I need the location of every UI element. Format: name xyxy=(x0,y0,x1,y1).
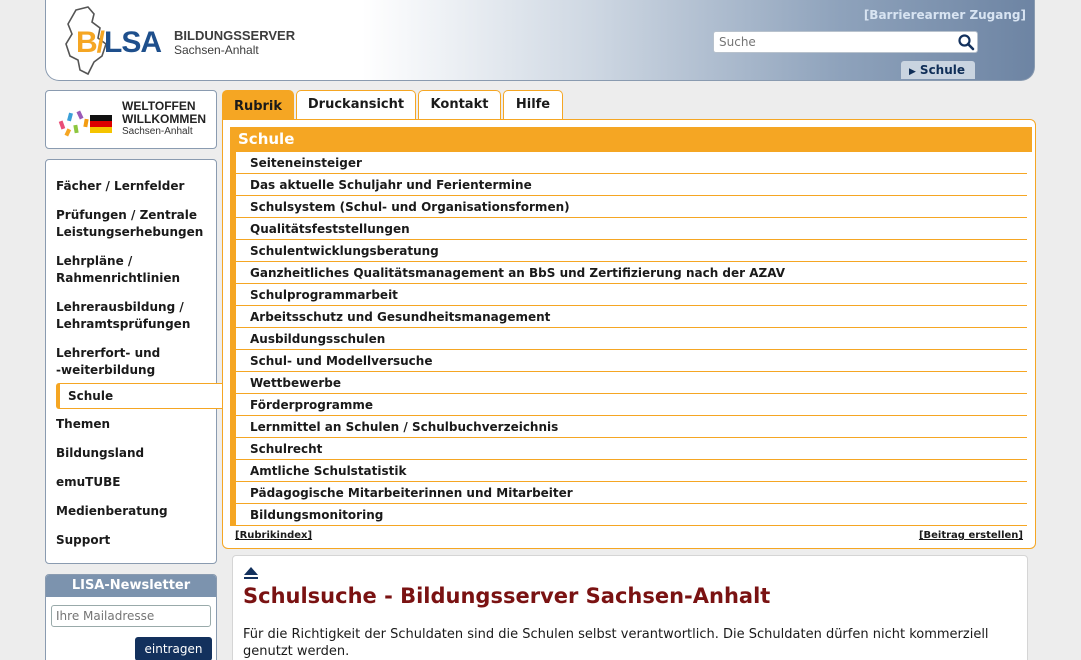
beitrag-erstellen-link[interactable]: [Beitrag erstellen] xyxy=(919,530,1023,541)
list-item[interactable]: Amtliche Schulstatistik xyxy=(230,460,1027,482)
rubrik-panel: Schule Seiteneinsteiger Das aktuelle Sch… xyxy=(222,119,1036,549)
search-box xyxy=(713,31,978,53)
sidebar-item-faecher[interactable]: Fächer / Lernfelder xyxy=(56,178,184,195)
list-item[interactable]: Das aktuelle Schuljahr und Ferientermine xyxy=(230,174,1027,196)
accessible-access-link[interactable]: [Barrierearmer Zugang] xyxy=(864,8,1026,22)
list-item[interactable]: Arbeitsschutz und Gesundheitsmanagement xyxy=(230,306,1027,328)
welcome-line2: WILLKOMMEN xyxy=(122,112,206,126)
sidebar-item-lehrerausbildung[interactable]: Lehrerausbildung / Lehramtsprüfungen xyxy=(56,299,190,333)
content-paragraph: Für die Richtigkeit der Schuldaten sind … xyxy=(243,627,989,659)
triangle-right-icon: ▶ xyxy=(909,67,916,77)
sidebar-item-schule[interactable]: Schule xyxy=(56,383,224,409)
tab-druckansicht[interactable]: Druckansicht xyxy=(296,90,416,120)
sidebar-item-lehrplaene[interactable]: Lehrpläne / Rahmenrichtlinien xyxy=(56,253,180,287)
search-icon[interactable] xyxy=(957,33,975,51)
site-header: B/LSA BILDUNGSSERVER Sachsen-Anhalt [Bar… xyxy=(45,0,1035,81)
sidebar-item-lehrerfortbildung[interactable]: Lehrerfort- und -weiterbildung xyxy=(56,345,160,379)
content-article: Schulsuche - Bildungsserver Sachsen-Anha… xyxy=(232,555,1028,660)
sidebar-item-bildungsland[interactable]: Bildungsland xyxy=(56,445,144,462)
org-name: BILDUNGSSERVER xyxy=(174,28,296,43)
list-item[interactable]: Schulprogrammarbeit xyxy=(230,284,1027,306)
list-item[interactable]: Schulentwicklungsberatung xyxy=(230,240,1027,262)
tab-hilfe[interactable]: Hilfe xyxy=(503,90,563,120)
newsletter-title: LISA-Newsletter xyxy=(46,575,216,597)
newsletter-submit-button[interactable]: eintragen xyxy=(135,637,212,660)
sidebar-item-support[interactable]: Support xyxy=(56,532,110,549)
list-item[interactable]: Bildungsmonitoring xyxy=(230,504,1027,526)
rubrikindex-link[interactable]: [Rubrikindex] xyxy=(235,530,312,541)
list-item[interactable]: Schulrecht xyxy=(230,438,1027,460)
list-item[interactable]: Schul- und Modellversuche xyxy=(230,350,1027,372)
tab-rubrik[interactable]: Rubrik xyxy=(222,90,294,120)
sidebar-item-emutube[interactable]: emuTUBE xyxy=(56,474,120,491)
list-item[interactable]: Qualitätsfeststellungen xyxy=(230,218,1027,240)
list-item[interactable]: Wettbewerbe xyxy=(230,372,1027,394)
newsletter-panel: LISA-Newsletter eintragen xyxy=(45,574,217,660)
list-item[interactable]: Förderprogramme xyxy=(230,394,1027,416)
list-item[interactable]: Lernmittel an Schulen / Schulbuchverzeic… xyxy=(230,416,1027,438)
newsletter-email-field[interactable] xyxy=(51,605,211,627)
scroll-to-top-icon[interactable] xyxy=(243,566,259,580)
search-input[interactable] xyxy=(714,32,954,52)
breadcrumb[interactable]: ▶ Schule xyxy=(901,61,975,79)
page-title: Schulsuche - Bildungsserver Sachsen-Anha… xyxy=(243,584,771,608)
tab-kontakt[interactable]: Kontakt xyxy=(418,90,501,120)
sidebar-item-pruefungen[interactable]: Prüfungen / Zentrale Leistungserhebungen xyxy=(56,207,203,241)
welcome-banner[interactable]: WELTOFFEN WILLKOMMEN Sachsen-Anhalt xyxy=(45,90,217,149)
org-subtitle: Sachsen-Anhalt xyxy=(174,43,259,57)
logo-text: B/LSA xyxy=(76,26,162,59)
sidebar-item-medienberatung[interactable]: Medienberatung xyxy=(56,503,168,520)
list-item[interactable]: Pädagogische Mitarbeiterinnen und Mitarb… xyxy=(230,482,1027,504)
sidebar-nav: Fächer / Lernfelder Prüfungen / Zentrale… xyxy=(45,159,224,564)
section-header: Schule xyxy=(230,127,1032,152)
list-item[interactable]: Seiteneinsteiger xyxy=(230,152,1027,174)
sidebar-item-themen[interactable]: Themen xyxy=(56,416,110,433)
list-item[interactable]: Schulsystem (Schul- und Organisationsfor… xyxy=(230,196,1027,218)
welcome-line3: Sachsen-Anhalt xyxy=(122,126,193,137)
list-item[interactable]: Ganzheitliches Qualitätsmanagement an Bb… xyxy=(230,262,1027,284)
list-item[interactable]: Ausbildungsschulen xyxy=(230,328,1027,350)
welcome-flags-logo xyxy=(58,110,112,137)
section-title: Schule xyxy=(238,130,295,148)
